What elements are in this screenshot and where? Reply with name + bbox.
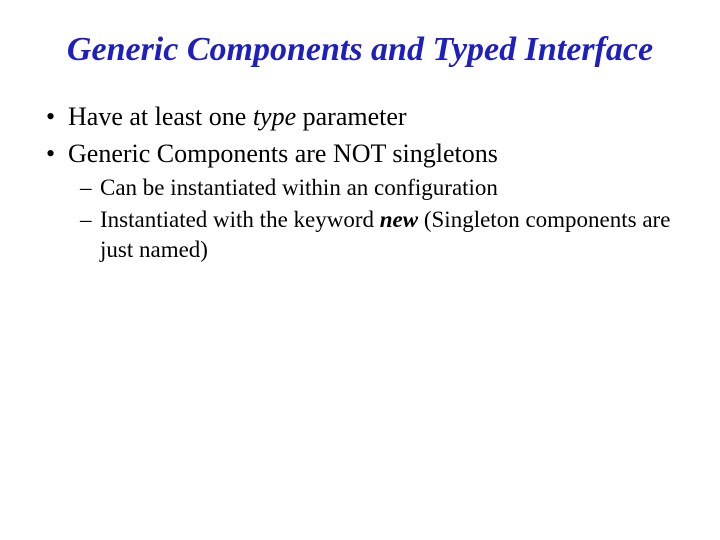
bullet-list: Have at least one type parameter Generic… xyxy=(40,99,680,265)
emphasis-type: type xyxy=(253,102,296,131)
text-run: Have at least one xyxy=(68,102,253,131)
text-run: parameter xyxy=(296,102,406,131)
slide-title: Generic Components and Typed Interface xyxy=(40,30,680,71)
bullet-level1: Have at least one type parameter xyxy=(40,99,680,134)
bullet-level1: Generic Components are NOT singletons xyxy=(40,136,680,171)
bullet-level2: Instantiated with the keyword new (Singl… xyxy=(40,205,680,265)
text-run: Can be instantiated within an configurat… xyxy=(100,175,498,200)
emphasis-new: new xyxy=(380,207,418,232)
text-run: Instantiated with the keyword xyxy=(100,207,380,232)
text-run: Generic Components are NOT singletons xyxy=(68,139,498,168)
bullet-level2: Can be instantiated within an configurat… xyxy=(40,173,680,203)
